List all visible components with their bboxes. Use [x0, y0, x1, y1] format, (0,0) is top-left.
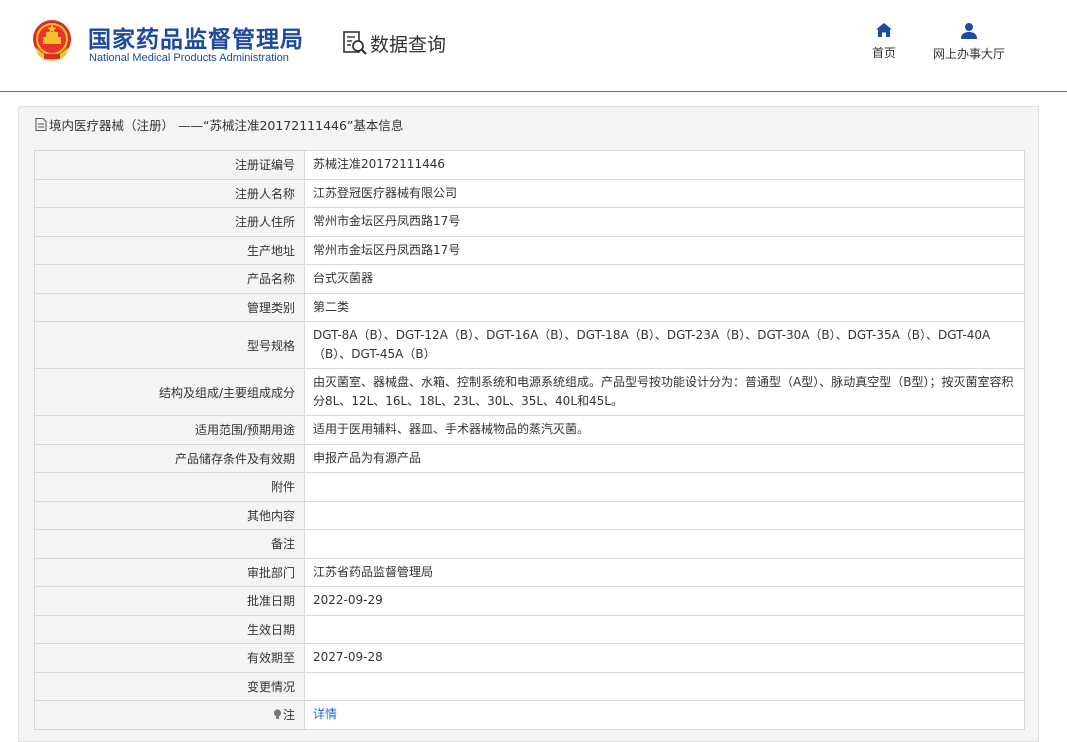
- row-label: 生效日期: [34, 614, 305, 644]
- table-row: 备注: [34, 529, 1025, 559]
- user-icon: [961, 23, 977, 39]
- data-query-label: 数据查询: [370, 33, 447, 56]
- row-value: 苏械注准20172111446: [304, 150, 1025, 180]
- row-value: [304, 472, 1025, 502]
- nav-home-label: 首页: [871, 46, 896, 60]
- row-label: 产品储存条件及有效期: [34, 443, 305, 473]
- panel-title: 境内医疗器械（注册） ——“苏械注准20172111446”基本信息: [35, 115, 403, 134]
- table-row: 有效期至 2027-09-28: [34, 643, 1025, 673]
- row-label: 批准日期: [34, 586, 305, 616]
- row-label: 适用范围/预期用途: [34, 415, 305, 445]
- row-value: 台式灭菌器: [304, 264, 1025, 294]
- details-link[interactable]: 详情: [313, 707, 337, 721]
- table-row: 结构及组成/主要组成成分 由灭菌室、器械盘、水箱、控制系统和电源系统组成。产品型号…: [34, 368, 1025, 416]
- site-title-en: National Medical Products Administration: [89, 52, 289, 64]
- row-label: 产品名称: [34, 264, 305, 294]
- table-row: 型号规格 DGT-8A（B）、DGT-12A（B）、DGT-16A（B）、DGT-…: [34, 321, 1025, 369]
- row-label: 有效期至: [34, 643, 305, 673]
- row-label: 审批部门: [34, 557, 305, 587]
- table-row: 注册人住所 常州市金坛区丹凤西路17号: [34, 207, 1025, 237]
- table-row: 附件: [34, 472, 1025, 502]
- home-icon: [876, 23, 892, 37]
- row-label: 注册人住所: [34, 207, 305, 237]
- data-query-heading: 数据查询: [342, 30, 446, 56]
- table-row: 产品名称 台式灭菌器: [34, 264, 1025, 294]
- national-emblem-icon: [33, 20, 71, 61]
- site-header: 国家药品监督管理局 National Medical Products Admi…: [0, 0, 1067, 92]
- table-row: 变更情况: [34, 671, 1025, 701]
- row-label: 注册证编号: [34, 150, 305, 180]
- row-label: 管理类别: [34, 292, 305, 322]
- table-row: 注 详情: [34, 700, 1025, 730]
- row-value: [304, 671, 1025, 701]
- row-value: 江苏省药品监督管理局: [304, 557, 1025, 587]
- document-icon: [35, 118, 47, 131]
- row-value: 详情: [304, 700, 1025, 730]
- row-value: [304, 614, 1025, 644]
- panel-title-text: 境内医疗器械（注册） ——“苏械注准20172111446”基本信息: [49, 118, 404, 133]
- note-label: 注: [282, 708, 295, 723]
- document-search-icon: [343, 31, 367, 55]
- row-label: 注册人名称: [34, 178, 305, 208]
- row-value: 江苏登冠医疗器械有限公司: [304, 178, 1025, 208]
- row-label: 变更情况: [34, 671, 305, 701]
- row-label: 注: [34, 700, 305, 730]
- registration-info-table: 注册证编号 苏械注准20172111446 注册人名称 江苏登冠医疗器械有限公司 注…: [34, 150, 1025, 730]
- site-title-cn: 国家药品监督管理局: [88, 27, 304, 53]
- table-row: 管理类别 第二类: [34, 292, 1025, 322]
- table-row: 产品储存条件及有效期 申报产品为有源产品: [34, 443, 1025, 473]
- row-label: 型号规格: [34, 321, 305, 369]
- row-value: [304, 529, 1025, 559]
- table-row: 注册证编号 苏械注准20172111446: [34, 150, 1025, 180]
- table-row: 生效日期: [34, 614, 1025, 644]
- table-row: 生产地址 常州市金坛区丹凤西路17号: [34, 235, 1025, 265]
- table-row: 适用范围/预期用途 适用于医用辅料、器皿、手术器械物品的蒸汽灭菌。: [34, 415, 1025, 445]
- row-value: 申报产品为有源产品: [304, 443, 1025, 473]
- table-row: 批准日期 2022-09-29: [34, 586, 1025, 616]
- table-row: 注册人名称 江苏登冠医疗器械有限公司: [34, 178, 1025, 208]
- row-label: 其他内容: [34, 500, 305, 530]
- row-value: DGT-8A（B）、DGT-12A（B）、DGT-16A（B）、DGT-18A（…: [304, 321, 1025, 369]
- row-label: 附件: [34, 472, 305, 502]
- detail-panel: 境内医疗器械（注册） ——“苏械注准20172111446”基本信息 注册证编号…: [18, 106, 1039, 742]
- row-value: 第二类: [304, 292, 1025, 322]
- nav-online-office-label: 网上办事大厅: [932, 47, 1005, 61]
- row-value: 常州市金坛区丹凤西路17号: [304, 207, 1025, 237]
- table-row: 审批部门 江苏省药品监督管理局: [34, 557, 1025, 587]
- row-value: 适用于医用辅料、器皿、手术器械物品的蒸汽灭菌。: [304, 415, 1025, 445]
- nav-online-office[interactable]: 网上办事大厅: [928, 22, 1010, 62]
- row-value: [304, 500, 1025, 530]
- row-value: 2027-09-28: [304, 643, 1025, 673]
- table-row: 其他内容: [34, 500, 1025, 530]
- row-value: 常州市金坛区丹凤西路17号: [304, 235, 1025, 265]
- nav-home[interactable]: 首页: [866, 22, 902, 61]
- row-value: 2022-09-29: [304, 586, 1025, 616]
- row-label: 备注: [34, 529, 305, 559]
- lightbulb-icon: [273, 709, 282, 720]
- row-value: 由灭菌室、器械盘、水箱、控制系统和电源系统组成。产品型号按功能设计分为：普通型（…: [304, 368, 1025, 416]
- row-label: 结构及组成/主要组成成分: [34, 368, 305, 416]
- row-label: 生产地址: [34, 235, 305, 265]
